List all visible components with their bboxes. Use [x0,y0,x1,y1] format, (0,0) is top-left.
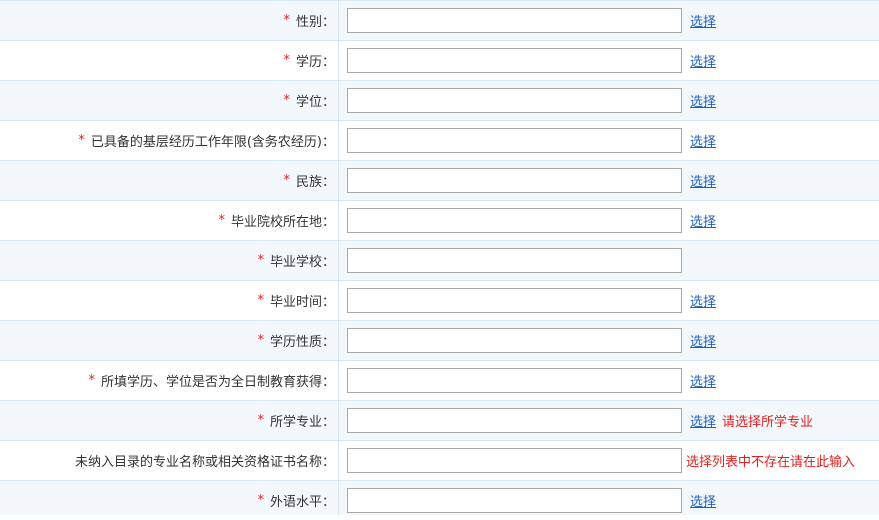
field-label: * 民族： [0,161,338,200]
field-cell: 选择 [339,121,716,160]
field-cell: 选择 [339,321,716,360]
field-label-text: 毕业院校所在地： [230,215,335,230]
form-row-school-location: * 毕业院校所在地： 选择 [0,201,879,241]
form-row-unlisted-major: 未纳入目录的专业名称或相关资格证书名称： 选择列表中不存在请在此输入 [0,441,879,481]
field-label: * 所学专业： [0,401,338,440]
ethnicity-select-link[interactable]: 选择 [690,171,716,190]
form-row-graduation-date: * 毕业时间： 选择 [0,281,879,321]
foreign-language-select-link[interactable]: 选择 [690,491,716,510]
education-select-link[interactable]: 选择 [690,51,716,70]
field-label-text: 学历： [295,55,335,70]
form-row-major: * 所学专业： 选择 请选择所学专业 [0,401,879,441]
required-mark: * [78,133,85,148]
field-label-text: 学历性质： [269,335,335,350]
field-cell: 选择 [339,81,716,120]
ethnicity-input[interactable] [347,168,682,193]
unlisted-major-hint: 选择列表中不存在请在此输入 [686,455,856,470]
required-mark: * [218,213,225,228]
field-cell: 选择 [339,361,716,400]
graduation-date-select-link[interactable]: 选择 [690,291,716,310]
major-hint: 请选择所学专业 [722,415,814,430]
field-cell: 选择 [339,41,716,80]
graduation-date-input[interactable] [347,288,682,313]
field-label: * 毕业院校所在地： [0,201,338,240]
education-type-input[interactable] [347,328,682,353]
full-time-input[interactable] [347,368,682,393]
school-input[interactable] [347,248,682,273]
field-label-text: 已具备的基层经历工作年限(含务农经历)： [90,135,335,150]
field-cell: 选择列表中不存在请在此输入 [339,441,855,480]
field-label-text: 毕业学校： [269,255,335,270]
field-label: * 性别： [0,1,338,40]
field-label: * 所填学历、学位是否为全日制教育获得： [0,361,338,400]
field-label: * 学历性质： [0,321,338,360]
required-mark: * [283,93,290,108]
field-cell: 选择 [339,281,716,320]
form-row-degree: * 学位： 选择 [0,81,879,121]
form-row-ethnicity: * 民族： 选择 [0,161,879,201]
field-label-text: 民族： [295,175,335,190]
grassroots-experience-select-link[interactable]: 选择 [690,131,716,150]
required-mark: * [283,13,290,28]
required-mark: * [257,493,264,508]
foreign-language-input[interactable] [347,488,682,513]
field-cell [339,241,682,280]
grassroots-experience-input[interactable] [347,128,682,153]
degree-select-link[interactable]: 选择 [690,91,716,110]
major-select-link[interactable]: 选择 [690,411,716,430]
required-mark: * [257,413,264,428]
field-cell: 选择 请选择所学专业 [339,401,813,440]
gender-select-link[interactable]: 选择 [690,11,716,30]
field-label-text: 毕业时间： [269,295,335,310]
field-label: * 毕业学校： [0,241,338,280]
degree-input[interactable] [347,88,682,113]
field-label-text: 所学专业： [269,415,335,430]
full-time-select-link[interactable]: 选择 [690,371,716,390]
form-row-foreign-language: * 外语水平： 选择 [0,481,879,515]
form-row-education-type: * 学历性质： 选择 [0,321,879,361]
field-label-text: 性别： [295,15,335,30]
field-cell: 选择 [339,1,716,40]
education-type-select-link[interactable]: 选择 [690,331,716,350]
school-location-input[interactable] [347,208,682,233]
field-cell: 选择 [339,201,716,240]
field-label-text: 未纳入目录的专业名称或相关资格证书名称： [74,455,335,470]
form-row-gender: * 性别： 选择 [0,1,879,41]
form-row-grassroots-experience: * 已具备的基层经历工作年限(含务农经历)： 选择 [0,121,879,161]
required-mark: * [283,53,290,68]
major-input[interactable] [347,408,682,433]
field-label: * 学历： [0,41,338,80]
field-label: * 外语水平： [0,481,338,520]
form-row-full-time: * 所填学历、学位是否为全日制教育获得： 选择 [0,361,879,401]
field-label-text: 外语水平： [269,495,335,510]
required-mark: * [283,173,290,188]
field-label-text: 所填学历、学位是否为全日制教育获得： [100,375,335,390]
required-mark: * [88,373,95,388]
form-row-school: * 毕业学校： [0,241,879,281]
field-label-text: 学位： [295,95,335,110]
school-location-select-link[interactable]: 选择 [690,211,716,230]
registration-form: * 性别： 选择 * 学历： 选择 * 学位： 选择 * 已具备的基层经历工作年限(含务… [0,0,879,515]
unlisted-major-input[interactable] [347,448,682,473]
field-label: * 毕业时间： [0,281,338,320]
field-cell: 选择 [339,161,716,200]
field-label: * 学位： [0,81,338,120]
required-mark: * [257,253,264,268]
field-cell: 选择 [339,481,716,520]
field-label: * 已具备的基层经历工作年限(含务农经历)： [0,121,338,160]
required-mark: * [257,333,264,348]
required-mark: * [257,293,264,308]
education-input[interactable] [347,48,682,73]
field-label: 未纳入目录的专业名称或相关资格证书名称： [0,441,338,480]
gender-input[interactable] [347,8,682,33]
form-row-education: * 学历： 选择 [0,41,879,81]
